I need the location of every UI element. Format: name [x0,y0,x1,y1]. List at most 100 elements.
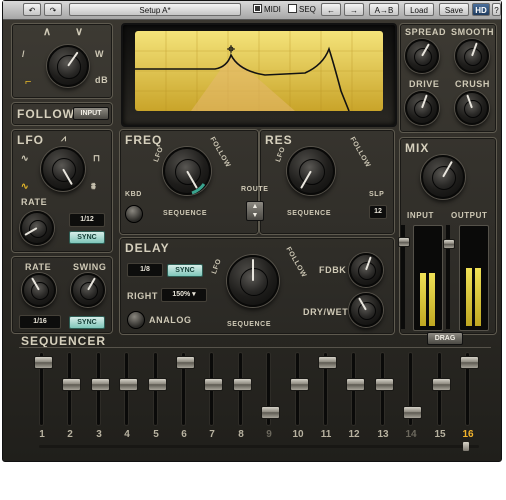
ab-label: A→B [374,6,394,15]
input-meter-label: INPUT [407,211,434,220]
step-slider-6[interactable] [176,356,195,369]
step-slider-13[interactable] [375,378,394,391]
plugin-window: ↶ ↷ Setup A* MIDI SEQ ← → A→B Load Save … [2,0,502,462]
lfo-sync-button[interactable]: SYNC [69,231,105,244]
lowpass-icon: ∧ [43,26,52,38]
help-label: ? [494,6,499,15]
saw-icon[interactable]: ⩘ [61,133,67,144]
seq-sync-label: SYNC [77,319,97,326]
load-button[interactable]: Load [404,3,434,16]
step-slider-14[interactable] [403,406,422,419]
delay-sync-button[interactable]: SYNC [167,264,203,277]
lfo-rate-knob[interactable] [20,211,54,245]
delay-right-field[interactable]: 150% ▾ [161,288,207,302]
kbd-knob[interactable] [125,205,143,223]
step-slider-9[interactable] [261,406,280,419]
drywet-knob[interactable] [349,293,383,327]
input-button-label: INPUT [80,110,102,117]
drive-label: DRIVE [409,79,440,89]
sequencer-divider [19,347,491,348]
res-title: RES [265,133,293,147]
step-slider-8[interactable] [233,378,252,391]
help-button[interactable]: ? [492,3,501,16]
step-slider-3[interactable] [91,378,110,391]
route-button[interactable]: ▲ ▼ [246,201,264,221]
analog-label: ANALOG [149,315,192,325]
filter-label-w: W [95,49,105,59]
sine-wave-icon[interactable]: ∿ [21,153,29,164]
seq-checkbox[interactable]: SEQ [288,3,316,16]
delay-time-field[interactable]: 1/8 [127,263,163,277]
crush-knob[interactable] [455,91,489,125]
step-number-12: 12 [348,429,360,440]
filter-response-display[interactable] [135,31,383,111]
input-button[interactable]: INPUT [73,107,109,120]
step-number-7: 7 [209,429,215,440]
spread-knob[interactable] [405,39,439,73]
midi-checkbox[interactable]: MIDI [253,3,281,16]
crush-label: CRUSH [455,79,491,89]
arrow-right-icon: → [350,6,358,15]
toolbar: ↶ ↷ Setup A* MIDI SEQ ← → A→B Load Save … [3,1,501,20]
midi-label: MIDI [264,5,281,14]
undo-button[interactable]: ↶ [23,3,41,16]
mix-knob[interactable] [421,155,465,199]
step-number-8: 8 [238,429,244,440]
save-button[interactable]: Save [439,3,469,16]
step-slider-15[interactable] [432,378,451,391]
seq-rate-knob[interactable] [22,273,56,307]
res-knob[interactable] [287,147,335,195]
output-gain-fader[interactable] [443,239,455,249]
undo-arrow-icon: ↶ [28,6,36,15]
freq-mod-ring [191,183,206,195]
lfo-title: LFO [17,133,44,147]
output-meter [459,225,489,331]
next-preset-button[interactable]: → [344,3,364,16]
drive-knob[interactable] [405,91,439,125]
step-slider-11[interactable] [318,356,337,369]
kbd-label: KBD [125,191,142,198]
smooth-knob[interactable] [455,39,489,73]
lfo-rate-field[interactable]: 1/12 [69,213,105,227]
seq-sync-button[interactable]: SYNC [69,316,105,329]
preset-name-field[interactable]: Setup A* [69,3,241,16]
mix-label: MIX [405,141,430,155]
input-gain-fader[interactable] [398,237,410,247]
drag-button[interactable]: DRAG [427,332,463,345]
triangle-icon[interactable]: ∿ [21,181,29,192]
lfo-shape-knob[interactable] [41,147,85,191]
hd-button[interactable]: HD [472,3,490,16]
filter-type-knob[interactable] [47,45,89,87]
step-slider-1[interactable] [34,356,53,369]
slp-label: SLP [369,191,385,198]
analog-toggle[interactable] [127,311,145,329]
sequencer-title: SEQUENCER [21,334,107,348]
fdbk-knob[interactable] [349,253,383,287]
step-slider-12[interactable] [346,378,365,391]
step-slider-4[interactable] [119,378,138,391]
random-icon[interactable]: ⩩ [91,181,96,192]
step-slider-5[interactable] [148,378,167,391]
ab-compare-button[interactable]: A→B [369,3,399,16]
step-slider-10[interactable] [290,378,309,391]
smooth-label: SMOOTH [451,27,495,37]
step-slider-2[interactable] [62,378,81,391]
lfo-sync-label: SYNC [77,234,97,241]
square-icon[interactable]: ⊓ [93,153,101,164]
follow-label: FOLLOW [17,107,75,121]
swing-label: SWING [73,262,107,272]
load-label: Load [410,6,428,15]
step-slider-16[interactable] [460,356,479,369]
delay-time-knob[interactable] [227,255,279,307]
seq-label: SEQ [299,5,316,14]
step-slider-7[interactable] [204,378,223,391]
prev-preset-button[interactable]: ← [321,3,341,16]
step-number-2: 2 [67,429,73,440]
redo-arrow-icon: ↷ [49,6,57,15]
swing-knob[interactable] [71,273,105,307]
delay-right-label: RIGHT [127,291,158,301]
seq-rate-field[interactable]: 1/16 [19,315,61,329]
filter-label-db: dB [95,75,109,85]
slp-field[interactable]: 12 [369,205,387,219]
redo-button[interactable]: ↷ [44,3,62,16]
